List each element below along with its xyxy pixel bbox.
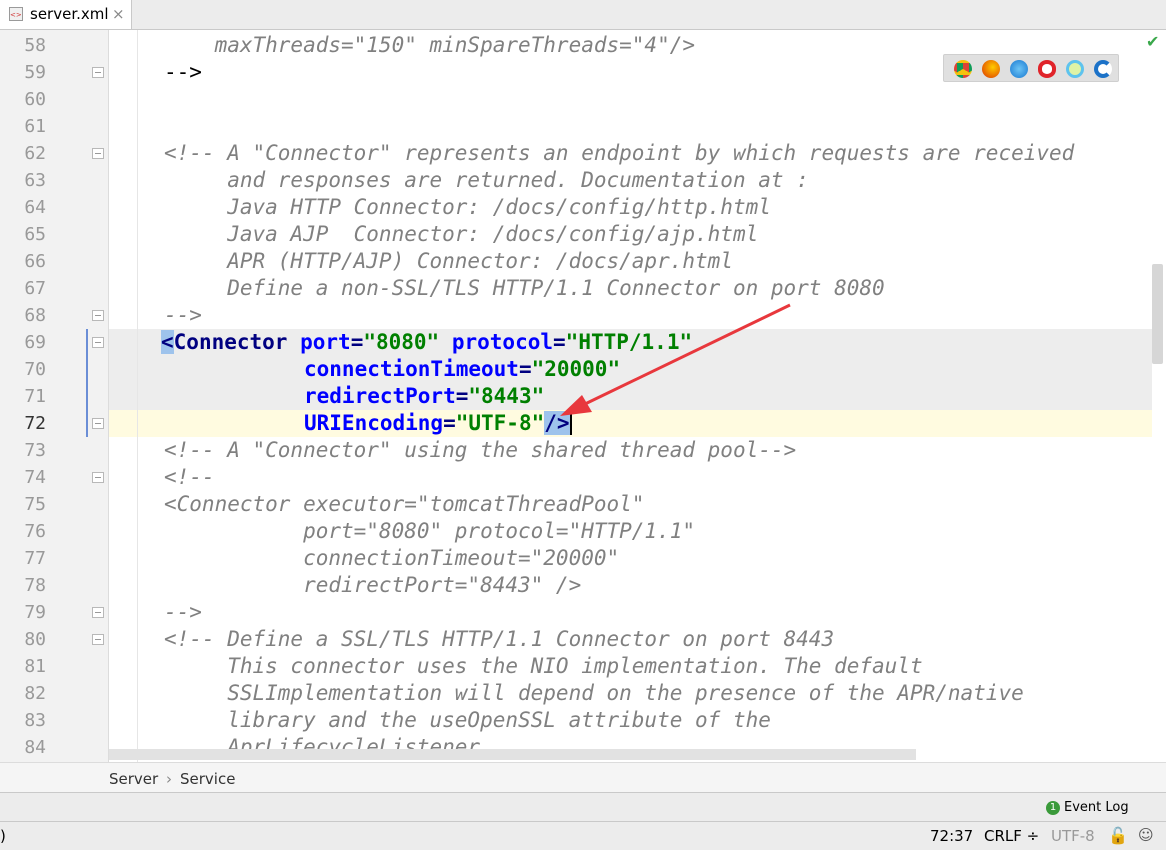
- code-editor[interactable]: 58 59 60 61 62 63 64 65 66 67 68 69 70 7…: [0, 30, 1166, 762]
- breadcrumb-server[interactable]: Server: [109, 770, 158, 788]
- inspection-ok-icon[interactable]: ✔: [1146, 32, 1159, 51]
- status-bar: ) 72:37 CRLF ÷ UTF-8 🔓 ☺: [0, 821, 1166, 850]
- inspector-icon[interactable]: ☺: [1138, 826, 1154, 844]
- horizontal-scrollbar[interactable]: [109, 749, 916, 760]
- breadcrumb-service[interactable]: Service: [180, 770, 235, 788]
- tool-window-bar: 1 Event Log: [0, 792, 1166, 822]
- vertical-scrollbar-thumb[interactable]: [1152, 264, 1163, 364]
- edge-icon[interactable]: [1094, 60, 1112, 78]
- tab-title: server.xml: [30, 5, 109, 23]
- event-log-label: Event Log: [1064, 800, 1129, 815]
- breadcrumb: Server › Service: [0, 762, 1166, 793]
- breadcrumb-separator: ›: [166, 770, 172, 788]
- status-message: ): [0, 827, 6, 845]
- tab-server-xml[interactable]: server.xml ×: [0, 0, 132, 29]
- unlock-icon[interactable]: 🔓: [1108, 826, 1128, 845]
- event-log-button[interactable]: 1 Event Log: [1046, 800, 1129, 815]
- xml-file-icon: [9, 7, 23, 21]
- close-tab-icon[interactable]: ×: [112, 5, 125, 23]
- chrome-icon[interactable]: [954, 60, 972, 78]
- encoding-selector[interactable]: UTF-8: [1051, 827, 1095, 845]
- firefox-icon[interactable]: [982, 60, 1000, 78]
- safari-icon[interactable]: [1010, 60, 1028, 78]
- open-in-browser-toolbar: [943, 54, 1119, 82]
- event-log-badge: 1: [1046, 801, 1060, 815]
- caret-position[interactable]: 72:37: [930, 827, 973, 845]
- ie-icon[interactable]: [1066, 60, 1084, 78]
- editor-tab-bar: server.xml ×: [0, 0, 1166, 30]
- line-separator-selector[interactable]: CRLF ÷: [984, 827, 1039, 845]
- annotation-arrow: [560, 303, 791, 416]
- opera-icon[interactable]: [1038, 60, 1056, 78]
